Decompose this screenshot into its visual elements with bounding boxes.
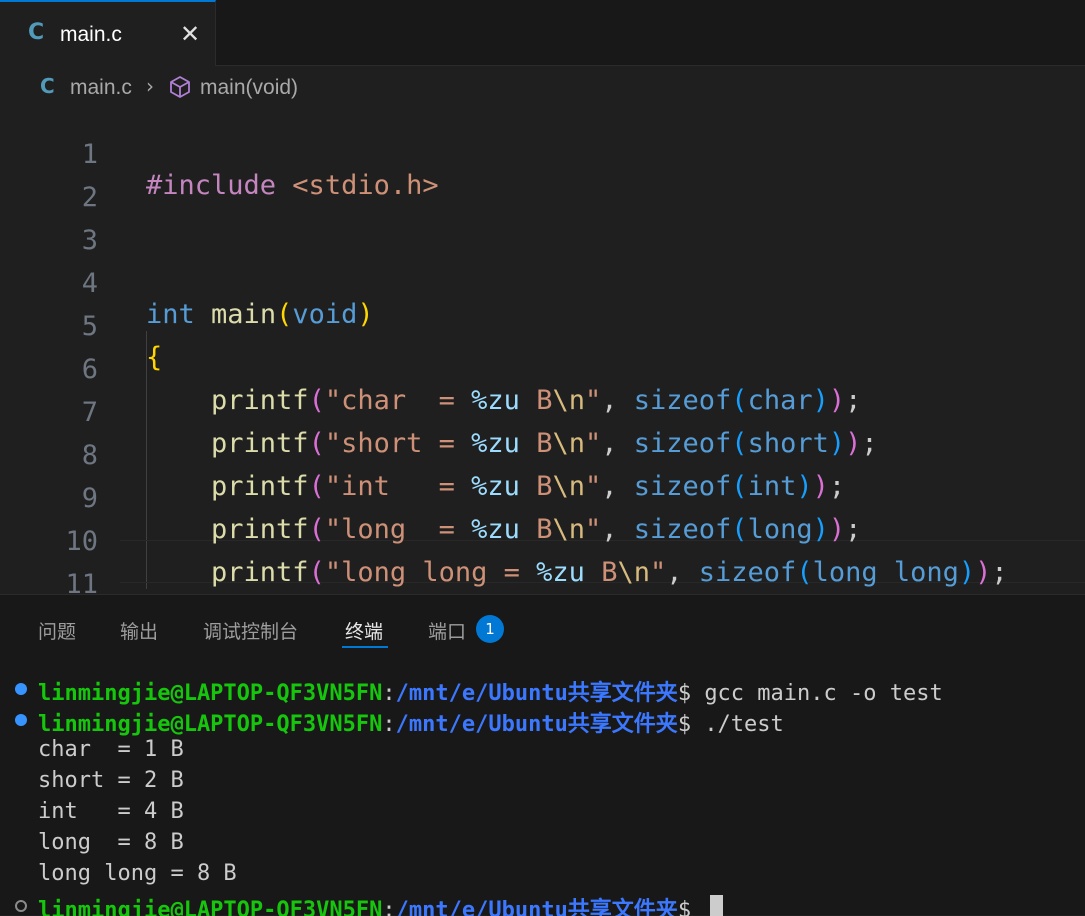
close-icon[interactable]: ✕ — [180, 20, 200, 48]
symbol-method-icon — [170, 76, 190, 98]
breadcrumb-symbol[interactable]: main(void) — [200, 76, 298, 100]
prompt-user: linmingjie@LAPTOP-QF3VN5FN — [38, 712, 383, 737]
tab-main-c[interactable]: C main.c ✕ — [0, 0, 216, 66]
tab-ports[interactable]: 端口 — [428, 617, 466, 644]
code-line: 5 { — [0, 280, 1085, 373]
code-editor[interactable]: 1 #include <stdio.h> 2 3 4 int main(void… — [0, 108, 1085, 594]
terminal-output: char = 1 B — [38, 737, 184, 762]
prompt-user: linmingjie@LAPTOP-QF3VN5FN — [38, 681, 383, 706]
terminal-cursor — [710, 895, 724, 916]
chevron-right-icon: › — [146, 74, 154, 98]
command-success-icon[interactable] — [15, 683, 27, 695]
tab-terminal[interactable]: 终端 — [345, 617, 383, 644]
code-line: 9 printf("long = %zu B\n", sizeof(long))… — [0, 452, 1085, 545]
code-line: 6 printf("char = %zu B\n", sizeof(char))… — [0, 323, 1085, 416]
bottom-panel: 问题 输出 调试控制台 终端 端口 1 linmingjie@LAPTOP-QF… — [0, 594, 1085, 916]
prompt-colon: : — [382, 712, 396, 737]
tab-problems[interactable]: 问题 — [38, 617, 76, 644]
code-line: 4 int main(void) — [0, 237, 1085, 330]
active-tab-indicator — [342, 646, 388, 648]
prompt-user: linmingjie@LAPTOP-QF3VN5FN — [38, 898, 383, 916]
prompt-path: /mnt/e/Ubuntu共享文件夹 — [395, 712, 678, 737]
terminal-line: linmingjie@LAPTOP-QF3VN5FN:/mnt/e/Ubuntu… — [38, 675, 943, 706]
terminal-output: long long = 8 B — [38, 861, 237, 886]
terminal-line: linmingjie@LAPTOP-QF3VN5FN:/mnt/e/Ubuntu… — [38, 706, 784, 737]
command-success-icon[interactable] — [15, 714, 27, 726]
tab-debug-console[interactable]: 调试控制台 — [203, 617, 298, 644]
code-line: 3 — [0, 194, 1085, 256]
terminal-command: ./test — [704, 712, 784, 737]
terminal-line: linmingjie@LAPTOP-QF3VN5FN:/mnt/e/Ubuntu… — [38, 892, 724, 916]
code-line: 11 return 0; — [0, 538, 1085, 594]
prompt-symbol: $ — [677, 898, 705, 916]
tab-label: main.c — [60, 23, 122, 46]
code-line: 10 printf("long long = %zu B\n", sizeof(… — [0, 495, 1085, 588]
editor-tab-bar: C main.c ✕ — [0, 0, 1085, 66]
prompt-path: /mnt/e/Ubuntu共享文件夹 — [395, 898, 678, 916]
prompt-path: /mnt/e/Ubuntu共享文件夹 — [395, 681, 678, 706]
tab-output[interactable]: 输出 — [120, 617, 158, 644]
prompt-symbol: $ — [677, 681, 705, 706]
c-file-icon: C — [28, 20, 45, 45]
code-line: 12 } — [0, 581, 1085, 594]
breadcrumb-file[interactable]: main.c — [70, 76, 132, 100]
code-line: 1 #include <stdio.h> — [0, 108, 1085, 201]
terminal-command: gcc main.c -o test — [704, 681, 943, 706]
prompt-colon: : — [382, 681, 396, 706]
prompt-colon: : — [382, 898, 396, 916]
terminal[interactable]: linmingjie@LAPTOP-QF3VN5FN:/mnt/e/Ubuntu… — [0, 675, 1085, 916]
command-pending-icon — [15, 900, 27, 912]
ports-count-badge: 1 — [476, 615, 504, 643]
c-file-icon: C — [40, 74, 55, 98]
terminal-output: int = 4 B — [38, 799, 184, 824]
prompt-symbol: $ — [677, 712, 705, 737]
code-line: 7 printf("short = %zu B\n", sizeof(short… — [0, 366, 1085, 459]
code-line: 8 printf("int = %zu B\n", sizeof(int)); — [0, 409, 1085, 502]
breadcrumb: C main.c › main(void) — [0, 66, 1085, 108]
code-line: 2 — [0, 151, 1085, 213]
terminal-output: short = 2 B — [38, 768, 184, 793]
terminal-output: long = 8 B — [38, 830, 184, 855]
